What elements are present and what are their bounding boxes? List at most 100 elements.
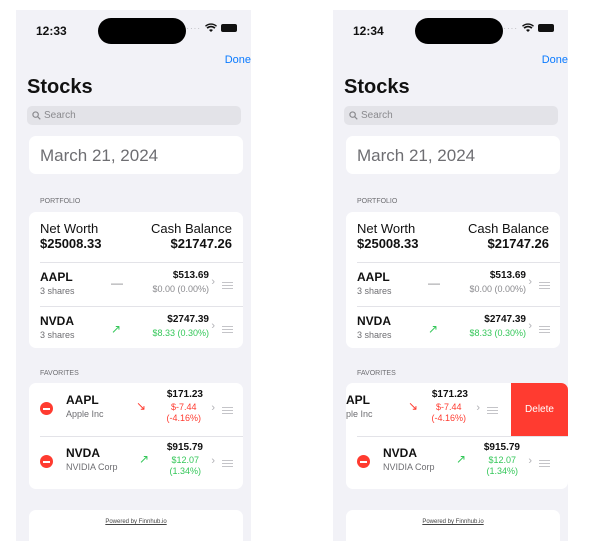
holding-row-nvda[interactable]: NVDA 3 shares ↗ $2747.39 $8.33 (0.30%) › (346, 308, 560, 348)
holding-price: $513.69 (172, 270, 209, 281)
favorite-ticker: NVDA (66, 446, 101, 460)
cash-balance-label: Cash Balance (468, 221, 549, 236)
favorite-price: $915.79 (483, 442, 520, 453)
favorite-change: $12.07 (1.34%) (486, 455, 518, 477)
trend-down-icon: ↘ (136, 399, 147, 413)
favorite-change-amount: $12.07 (171, 455, 199, 465)
search-placeholder: Search (44, 110, 76, 121)
holding-shares: 3 shares (40, 286, 75, 296)
chevron-right-icon[interactable]: › (528, 320, 532, 332)
chevron-right-icon[interactable]: › (528, 276, 532, 288)
favorite-change: $12.07 (1.34%) (169, 455, 201, 477)
remove-favorite-icon[interactable] (40, 402, 53, 415)
divider (357, 306, 560, 307)
phone-screen-right: 12:34 ···· Done Stocks Search March 21, … (333, 10, 568, 541)
footer-card: Powered by Finnhub.io (29, 510, 243, 541)
chevron-right-icon[interactable]: › (211, 455, 215, 467)
trend-down-icon: ↘ (408, 399, 419, 413)
chevron-right-icon[interactable]: › (211, 320, 215, 332)
holding-change: $8.33 (0.30%) (152, 328, 209, 338)
status-time: 12:34 (353, 24, 384, 38)
holding-ticker: AAPL (357, 270, 390, 284)
favorites-section-label: FAVORITES (40, 370, 79, 377)
status-bar: 12:34 ···· (333, 10, 568, 50)
cash-balance-value: $21747.26 (487, 236, 549, 251)
favorite-row-aapl-swiped[interactable]: APL ple Inc ↘ $171.23 $-7.44 (-4.16%) › … (346, 383, 568, 436)
holding-shares: 3 shares (40, 330, 75, 340)
trend-up-icon: ↗ (456, 452, 467, 466)
dynamic-island (415, 18, 503, 44)
portfolio-section-label: PORTFOLIO (40, 198, 81, 205)
favorite-row-nvda[interactable]: NVDA NVIDIA Corp ↗ $915.79 $12.07 (1.34%… (346, 436, 560, 489)
powered-by-link[interactable]: Powered by Finnhub.io (346, 519, 560, 525)
trend-flat-icon: — (111, 276, 123, 290)
date-label: March 21, 2024 (40, 146, 159, 165)
favorites-section-label: FAVORITES (357, 370, 396, 377)
holding-shares: 3 shares (357, 330, 392, 340)
holding-price: $513.69 (489, 270, 526, 281)
done-button[interactable]: Done (225, 54, 251, 66)
reorder-handle-icon[interactable] (539, 460, 550, 467)
holding-row-aapl[interactable]: AAPL 3 shares — $513.69 $0.00 (0.00%) › (346, 264, 560, 306)
battery-icon (538, 24, 554, 32)
search-input[interactable]: Search (344, 106, 558, 125)
dynamic-island (98, 18, 186, 44)
favorite-price: $915.79 (166, 442, 203, 453)
favorite-price: $171.23 (431, 389, 468, 400)
favorites-card: APL ple Inc ↘ $171.23 $-7.44 (-4.16%) › … (346, 383, 568, 489)
holding-change: $0.00 (0.00%) (152, 284, 209, 294)
favorite-company: NVIDIA Corp (383, 462, 435, 472)
favorite-ticker: APL (346, 393, 370, 407)
search-icon (349, 111, 358, 120)
reorder-handle-icon[interactable] (539, 326, 550, 333)
holding-change: $0.00 (0.00%) (469, 284, 526, 294)
favorite-change-amount: $-7.44 (170, 402, 197, 412)
status-icons: ···· (503, 23, 554, 33)
holding-ticker: AAPL (40, 270, 73, 284)
phone-screen-left: 12:33 ···· Done Stocks Search March 21, … (16, 10, 251, 541)
reorder-handle-icon[interactable] (222, 326, 233, 333)
search-icon (32, 111, 41, 120)
status-icons: ···· (186, 23, 237, 33)
net-worth-label: Net Worth (357, 221, 416, 236)
reorder-handle-icon[interactable] (539, 282, 550, 289)
footer-card: Powered by Finnhub.io (346, 510, 560, 541)
divider (40, 262, 243, 263)
chevron-right-icon[interactable]: › (211, 402, 215, 414)
favorite-row-aapl[interactable]: AAPL Apple Inc ↘ $171.23 $-7.44 (-4.16%)… (29, 383, 243, 436)
date-card: March 21, 2024 (346, 136, 560, 174)
holding-row-aapl[interactable]: AAPL 3 shares — $513.69 $0.00 (0.00%) › (29, 264, 243, 306)
favorite-company: Apple Inc (66, 409, 104, 419)
favorite-change-percent: (1.34%) (486, 466, 518, 476)
remove-favorite-icon[interactable] (357, 455, 370, 468)
reorder-handle-icon[interactable] (487, 407, 498, 414)
chevron-right-icon[interactable]: › (476, 402, 480, 414)
status-bar: 12:33 ···· (16, 10, 251, 50)
reorder-handle-icon[interactable] (222, 460, 233, 467)
reorder-handle-icon[interactable] (222, 282, 233, 289)
favorites-card: AAPL Apple Inc ↘ $171.23 $-7.44 (-4.16%)… (29, 383, 243, 489)
favorite-change-amount: $-7.44 (435, 402, 462, 412)
done-button[interactable]: Done (542, 54, 568, 66)
delete-button[interactable]: Delete (511, 383, 568, 436)
favorite-price: $171.23 (166, 389, 203, 400)
favorite-change-percent: (-4.16%) (166, 413, 201, 423)
portfolio-card: Net Worth $25008.33 Cash Balance $21747.… (29, 212, 243, 348)
remove-favorite-icon[interactable] (40, 455, 53, 468)
status-time: 12:33 (36, 24, 67, 38)
trend-up-icon: ↗ (139, 452, 150, 466)
favorite-ticker: AAPL (66, 393, 99, 407)
net-worth-value: $25008.33 (40, 236, 102, 251)
powered-by-link[interactable]: Powered by Finnhub.io (29, 519, 243, 525)
favorite-company: NVIDIA Corp (66, 462, 118, 472)
portfolio-card: Net Worth $25008.33 Cash Balance $21747.… (346, 212, 560, 348)
search-placeholder: Search (361, 110, 393, 121)
holding-row-nvda[interactable]: NVDA 3 shares ↗ $2747.39 $8.33 (0.30%) › (29, 308, 243, 348)
chevron-right-icon[interactable]: › (528, 455, 532, 467)
favorite-company: ple Inc (346, 409, 373, 419)
reorder-handle-icon[interactable] (222, 407, 233, 414)
favorite-change: $-7.44 (-4.16%) (431, 402, 466, 424)
chevron-right-icon[interactable]: › (211, 276, 215, 288)
favorite-row-nvda[interactable]: NVDA NVIDIA Corp ↗ $915.79 $12.07 (1.34%… (29, 436, 243, 489)
search-input[interactable]: Search (27, 106, 241, 125)
